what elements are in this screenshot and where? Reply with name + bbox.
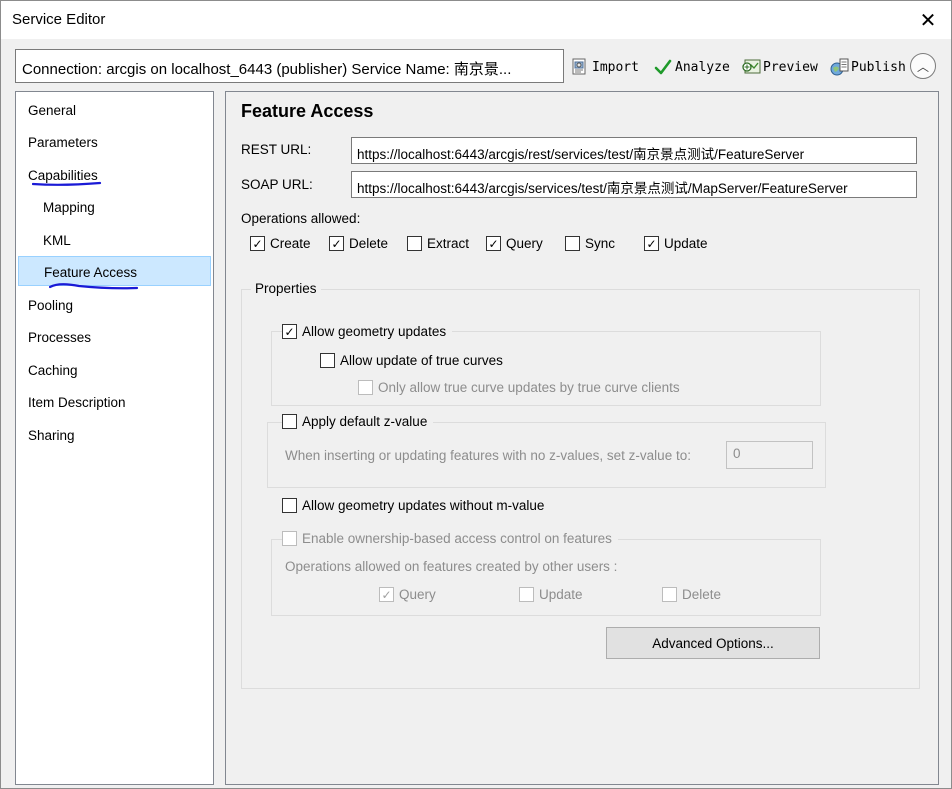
chevron-up-icon: ︿ bbox=[916, 59, 929, 74]
other-users-query-checkbox[interactable]: ✓ Query bbox=[379, 587, 436, 602]
checkmark-icon bbox=[654, 58, 672, 76]
connection-info-box: Connection: arcgis on localhost_6443 (pu… bbox=[15, 49, 564, 83]
rest-url-label: REST URL: bbox=[241, 142, 312, 157]
checkbox-box: ✓ bbox=[329, 236, 344, 251]
soap-url-field[interactable]: https://localhost:6443/arcgis/services/t… bbox=[351, 171, 917, 198]
checkbox-box: ✓ bbox=[486, 236, 501, 251]
z-value-input[interactable]: 0 bbox=[726, 441, 813, 469]
service-editor-window: Service Editor ✕ Connection: arcgis on l… bbox=[0, 0, 952, 789]
soap-url-label: SOAP URL: bbox=[241, 177, 313, 192]
checkbox-box bbox=[282, 531, 297, 546]
checkbox-box bbox=[407, 236, 422, 251]
title-bar: Service Editor ✕ bbox=[1, 1, 951, 39]
sidebar-item-feature-access[interactable]: Feature Access bbox=[18, 256, 211, 286]
op-extract-checkbox[interactable]: Extract bbox=[407, 236, 469, 251]
checkbox-box bbox=[662, 587, 677, 602]
checkbox-box bbox=[358, 380, 373, 395]
sidebar-nav: General Parameters Capabilities Mapping … bbox=[15, 91, 214, 785]
allow-geometry-updates-checkbox[interactable]: ✓ Allow geometry updates bbox=[282, 324, 453, 339]
sidebar-item-capabilities[interactable]: Capabilities bbox=[16, 160, 213, 190]
other-users-delete-checkbox[interactable]: Delete bbox=[662, 587, 721, 602]
close-button[interactable]: ✕ bbox=[905, 1, 951, 39]
checkbox-box: ✓ bbox=[644, 236, 659, 251]
publish-button[interactable]: Publish bbox=[830, 56, 906, 78]
z-value-hint: When inserting or updating features with… bbox=[285, 448, 691, 463]
sidebar-item-kml[interactable]: KML bbox=[16, 225, 213, 255]
ownership-group bbox=[271, 539, 821, 616]
checkbox-box: ✓ bbox=[250, 236, 265, 251]
feature-access-panel: Feature Access REST URL: https://localho… bbox=[225, 91, 939, 785]
checkbox-box bbox=[519, 587, 534, 602]
other-users-update-checkbox[interactable]: Update bbox=[519, 587, 583, 602]
import-label: Import bbox=[592, 59, 639, 75]
sidebar-item-parameters[interactable]: Parameters bbox=[16, 127, 213, 157]
import-button[interactable]: Import bbox=[571, 56, 639, 78]
rest-url-field[interactable]: https://localhost:6443/arcgis/rest/servi… bbox=[351, 137, 917, 164]
ownership-hint: Operations allowed on features created b… bbox=[285, 559, 618, 574]
publish-globe-icon bbox=[830, 58, 849, 76]
connection-text: Connection: arcgis on localhost_6443 (pu… bbox=[22, 61, 512, 78]
checkbox-box bbox=[565, 236, 580, 251]
operations-allowed-label: Operations allowed: bbox=[241, 211, 361, 226]
checkbox-box bbox=[282, 414, 297, 429]
close-icon: ✕ bbox=[919, 9, 937, 32]
advanced-options-button[interactable]: Advanced Options... bbox=[606, 627, 820, 659]
preview-map-icon bbox=[742, 58, 761, 76]
checkbox-box: ✓ bbox=[282, 324, 297, 339]
collapse-button[interactable]: ︿ bbox=[910, 53, 936, 79]
allow-without-m-checkbox[interactable]: Allow geometry updates without m-value bbox=[282, 498, 544, 513]
properties-title: Properties bbox=[251, 281, 321, 296]
allow-true-curves-checkbox[interactable]: Allow update of true curves bbox=[320, 353, 503, 368]
page-title: Feature Access bbox=[241, 101, 374, 121]
import-icon bbox=[571, 58, 589, 76]
sidebar-item-processes[interactable]: Processes bbox=[16, 322, 213, 352]
checkbox-box bbox=[320, 353, 335, 368]
apply-default-z-checkbox[interactable]: Apply default z-value bbox=[282, 414, 434, 429]
checkbox-box bbox=[282, 498, 297, 513]
sidebar-item-pooling[interactable]: Pooling bbox=[16, 290, 213, 320]
analyze-button[interactable]: Analyze bbox=[654, 56, 730, 78]
only-true-curve-clients-checkbox[interactable]: Only allow true curve updates by true cu… bbox=[358, 380, 680, 395]
window-title: Service Editor bbox=[12, 11, 106, 28]
checkbox-box: ✓ bbox=[379, 587, 394, 602]
analyze-label: Analyze bbox=[675, 59, 730, 75]
preview-label: Preview bbox=[763, 59, 818, 75]
publish-label: Publish bbox=[851, 59, 906, 75]
op-sync-checkbox[interactable]: Sync bbox=[565, 236, 615, 251]
op-create-checkbox[interactable]: ✓ Create bbox=[250, 236, 311, 251]
ownership-access-checkbox[interactable]: Enable ownership-based access control on… bbox=[282, 531, 618, 546]
op-delete-checkbox[interactable]: ✓ Delete bbox=[329, 236, 388, 251]
sidebar-item-sharing[interactable]: Sharing bbox=[16, 420, 213, 450]
op-update-checkbox[interactable]: ✓ Update bbox=[644, 236, 708, 251]
op-query-checkbox[interactable]: ✓ Query bbox=[486, 236, 543, 251]
preview-button[interactable]: Preview bbox=[742, 56, 818, 78]
sidebar-item-item-description[interactable]: Item Description bbox=[16, 387, 213, 417]
sidebar-item-mapping[interactable]: Mapping bbox=[16, 192, 213, 222]
sidebar-item-caching[interactable]: Caching bbox=[16, 355, 213, 385]
sidebar-item-general[interactable]: General bbox=[16, 95, 213, 125]
